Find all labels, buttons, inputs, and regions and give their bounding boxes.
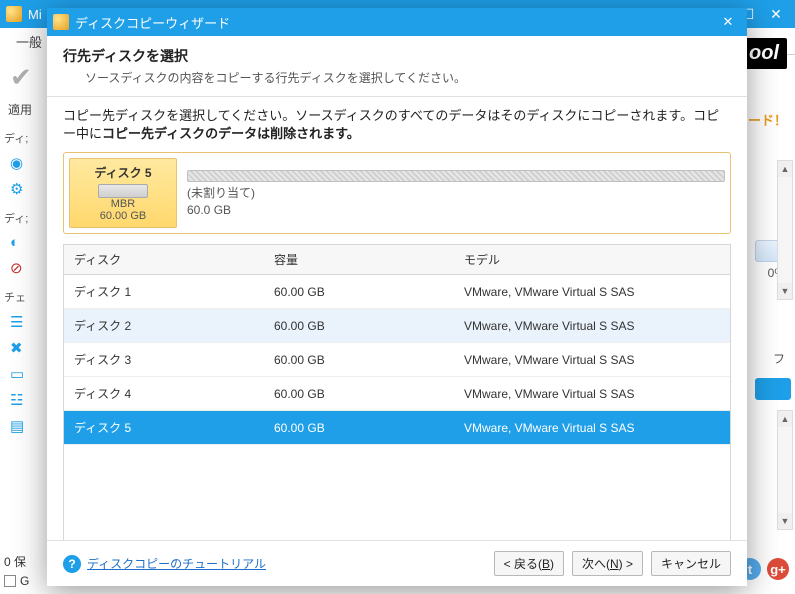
col-header-disk[interactable]: ディスク — [64, 245, 264, 274]
list-icon[interactable]: ☳ — [10, 391, 23, 409]
cell-model: VMware, VMware Virtual S SAS — [454, 415, 730, 441]
cell-capacity: 60.00 GB — [264, 415, 454, 441]
sidebar-section-disk2: ディ; — [4, 210, 28, 226]
preview-scheme: MBR — [111, 198, 135, 210]
cell-capacity: 60.00 GB — [264, 313, 454, 339]
pending-ops-label: 0 保 — [4, 553, 29, 570]
col-header-model[interactable]: モデル — [454, 245, 730, 274]
dialog-description-bold: コピー先ディスクのデータは削除されます。 — [102, 126, 360, 141]
preview-size: 60.00 GB — [100, 210, 146, 222]
parent-close-button[interactable]: ✕ — [763, 4, 789, 24]
table-row[interactable]: ディスク 160.00 GBVMware, VMware Virtual S S… — [64, 275, 730, 309]
verify-icon[interactable]: ☰ — [10, 313, 23, 331]
sidebar-section-check: チェ — [4, 289, 26, 305]
cancel-button[interactable]: キャンセル — [651, 551, 731, 576]
checkbox-g-label: G — [20, 574, 29, 588]
tools-icon[interactable]: ✖ — [10, 339, 23, 357]
cell-capacity: 60.00 GB — [264, 347, 454, 373]
hdd-icon — [98, 184, 148, 198]
cell-model: VMware, VMware Virtual S SAS — [454, 313, 730, 339]
parent-title: Mi — [28, 7, 42, 22]
right-scrollbar-1[interactable]: ▲ ▼ — [777, 160, 793, 300]
dialog-titlebar: ディスクコピーウィザード ✕ — [47, 8, 747, 36]
back-button[interactable]: < 戻る(B) — [494, 551, 564, 576]
cell-disk: ディスク 1 — [64, 277, 264, 306]
right-scrollbar-2[interactable]: ▲ ▼ — [777, 410, 793, 530]
separator — [47, 96, 747, 97]
convert-icon[interactable]: ◐ — [10, 234, 19, 251]
dialog-subheading: ソースディスクの内容をコピーする行先ディスクを選択してください。 — [85, 69, 731, 86]
table-row[interactable]: ディスク 360.00 GBVMware, VMware Virtual S S… — [64, 343, 730, 377]
checkbox-g[interactable]: G — [4, 574, 29, 588]
dialog-body: コピー先ディスクを選択してください。ソースディスクのすべてのデータはそのディスク… — [47, 107, 747, 540]
cell-model: VMware, VMware Virtual S SAS — [454, 279, 730, 305]
checkmark-icon: ✔ — [10, 62, 32, 93]
dialog-close-button[interactable]: ✕ — [715, 12, 741, 32]
dialog-footer: ? ディスクコピーのチュートリアル < 戻る(B) 次へ(N) > キャンセル — [47, 540, 747, 586]
disk-icon[interactable]: ◉ — [10, 154, 23, 172]
right-upgrade-label: ード！ — [748, 110, 787, 129]
dialog-header: 行先ディスクを選択 ソースディスクの内容をコピーする行先ディスクを選択してくださ… — [47, 36, 747, 94]
cell-disk: ディスク 2 — [64, 311, 264, 340]
cell-model: VMware, VMware Virtual S SAS — [454, 347, 730, 373]
scroll-down-icon-2[interactable]: ▼ — [778, 513, 792, 529]
info-icon[interactable]: ▤ — [10, 417, 24, 435]
scroll-down-icon[interactable]: ▼ — [778, 283, 792, 299]
table-row[interactable]: ディスク 560.00 GBVMware, VMware Virtual S S… — [64, 411, 730, 445]
checkbox-box-icon[interactable] — [4, 575, 16, 587]
dialog-window-controls: ✕ — [715, 12, 741, 32]
cell-disk: ディスク 3 — [64, 345, 264, 374]
help-link[interactable]: ? ディスクコピーのチュートリアル — [63, 555, 266, 573]
chart-icon[interactable]: ▭ — [10, 365, 24, 383]
table-row[interactable]: ディスク 460.00 GBVMware, VMware Virtual S S… — [64, 377, 730, 411]
table-row[interactable]: ディスク 260.00 GBVMware, VMware Virtual S S… — [64, 309, 730, 343]
delete-icon[interactable]: ⊘ — [10, 259, 23, 277]
cell-capacity: 60.00 GB — [264, 279, 454, 305]
disk-list-table: ディスク 容量 モデル ディスク 160.00 GBVMware, VMware… — [63, 244, 731, 540]
disk-copy-wizard-dialog: ディスクコピーウィザード ✕ 行先ディスクを選択 ソースディスクの内容をコピーす… — [47, 8, 747, 586]
right-blue-box — [755, 378, 791, 400]
scroll-up-icon-2[interactable]: ▲ — [778, 411, 792, 427]
table-body: ディスク 160.00 GBVMware, VMware Virtual S S… — [64, 275, 730, 445]
scroll-track[interactable] — [778, 177, 792, 283]
googleplus-icon[interactable]: g+ — [767, 558, 789, 580]
parent-sidebar: ✔ 適用 ディ; ◉ ⚙ ディ; ◐ ⊘ チェ ☰ ✖ ▭ ☳ ▤ — [0, 54, 48, 584]
sidebar-section-disk: ディ; — [4, 130, 28, 146]
right-fu-label: フ — [773, 350, 785, 367]
scroll-up-icon[interactable]: ▲ — [778, 161, 792, 177]
cell-capacity: 60.00 GB — [264, 381, 454, 407]
apply-label[interactable]: 適用 — [8, 101, 32, 118]
cell-disk: ディスク 5 — [64, 413, 264, 442]
help-icon: ? — [63, 555, 81, 573]
target-disk-preview: ディスク 5 MBR 60.00 GB (未割り当て) 60.0 GB — [63, 152, 731, 234]
table-header: ディスク 容量 モデル — [64, 244, 730, 275]
unallocated-bar — [187, 170, 725, 182]
brand-fragment: ool — [741, 38, 787, 69]
cell-model: VMware, VMware Virtual S SAS — [454, 381, 730, 407]
help-link-text[interactable]: ディスクコピーのチュートリアル — [87, 555, 266, 572]
partition-size: 60.0 GB — [187, 203, 725, 217]
disk-gear-icon[interactable]: ⚙ — [10, 180, 23, 198]
dialog-title: ディスクコピーウィザード — [75, 13, 230, 32]
dialog-description: コピー先ディスクを選択してください。ソースディスクのすべてのデータはそのディスク… — [63, 107, 731, 142]
app-icon — [6, 6, 22, 22]
parent-bottom-bar: 0 保 G — [4, 553, 29, 588]
preview-disk-info: ディスク 5 MBR 60.00 GB — [69, 158, 177, 228]
cell-disk: ディスク 4 — [64, 379, 264, 408]
col-header-capacity[interactable]: 容量 — [264, 245, 454, 274]
wizard-icon — [53, 14, 69, 30]
partition-label: (未割り当て) — [187, 184, 725, 201]
scroll-track-2[interactable] — [778, 427, 792, 513]
preview-partition-map: (未割り当て) 60.0 GB — [187, 158, 725, 228]
preview-disk-name: ディスク 5 — [94, 164, 151, 181]
dialog-heading: 行先ディスクを選択 — [63, 46, 731, 66]
next-button[interactable]: 次へ(N) > — [572, 551, 643, 576]
